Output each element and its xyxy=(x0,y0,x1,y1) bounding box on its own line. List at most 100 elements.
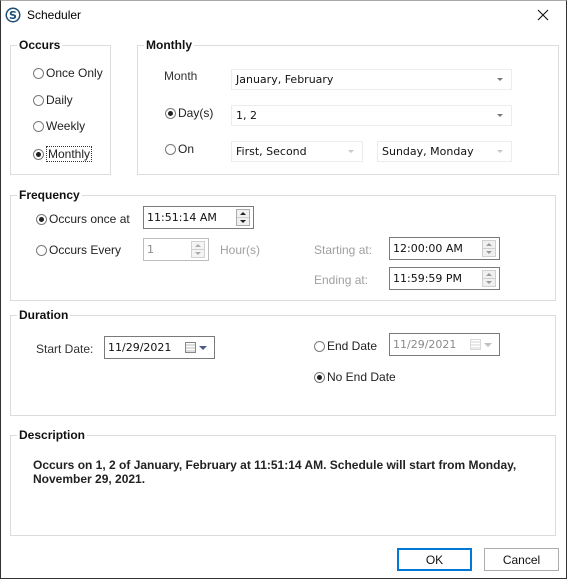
close-button[interactable] xyxy=(520,1,566,31)
ending-at-value: 11:59:59 PM xyxy=(393,272,463,285)
on-ordinal-dropdown-value: First, Second xyxy=(236,145,307,158)
ending-at-time-picker[interactable]: 11:59:59 PM xyxy=(389,267,500,290)
radio-label: Daily xyxy=(46,93,73,107)
start-date-value: 11/29/2021 xyxy=(108,341,172,354)
chevron-down-icon xyxy=(348,150,354,153)
chevron-down-icon[interactable] xyxy=(484,343,492,347)
scheduler-dialog: S Scheduler Occurs Once Only Daily Weekl… xyxy=(0,0,567,579)
radio-monthly[interactable]: Monthly xyxy=(33,146,93,162)
monthly-group: Monthly Month January, February Day(s) 1… xyxy=(137,38,559,175)
ending-spinner[interactable] xyxy=(482,270,496,287)
cancel-button[interactable]: Cancel xyxy=(484,548,559,571)
month-label: Month xyxy=(164,69,198,83)
occurs-every-value: 1 xyxy=(147,243,154,256)
radio-label: On xyxy=(178,142,195,156)
close-icon xyxy=(537,9,549,24)
occurs-every-stepper[interactable]: 1 xyxy=(143,238,209,261)
on-ordinal-dropdown[interactable]: First, Second xyxy=(231,141,363,162)
radio-indicator xyxy=(33,94,44,106)
spin-up-button[interactable] xyxy=(192,242,204,250)
radio-indicator xyxy=(314,371,325,383)
radio-indicator xyxy=(33,148,44,160)
radio-indicator xyxy=(33,120,44,132)
radio-days[interactable]: Day(s) xyxy=(165,106,213,120)
starting-at-label: Starting at: xyxy=(314,243,373,257)
spin-down-button[interactable] xyxy=(483,279,495,286)
on-weekday-dropdown-value: Sunday, Monday xyxy=(382,145,474,158)
calendar-icon[interactable] xyxy=(470,339,481,350)
duration-group-title: Duration xyxy=(17,308,71,322)
days-dropdown-value: 1, 2 xyxy=(236,109,257,122)
description-group: Description Occurs on 1, 2 of January, F… xyxy=(10,428,556,536)
radio-label: Once Only xyxy=(46,66,103,80)
radio-daily[interactable]: Daily xyxy=(33,93,73,107)
chevron-down-icon xyxy=(497,150,503,153)
days-dropdown[interactable]: 1, 2 xyxy=(231,105,512,126)
radio-occurs-every[interactable]: Occurs Every xyxy=(36,243,121,257)
spin-up-button[interactable] xyxy=(483,241,495,249)
radio-label: Day(s) xyxy=(178,106,214,120)
arrow-up-icon xyxy=(195,244,201,247)
spin-down-button[interactable] xyxy=(192,250,204,257)
calendar-icon[interactable] xyxy=(185,342,196,353)
occurs-group-title: Occurs xyxy=(17,38,63,52)
scheduler-s-logo-icon: S xyxy=(5,7,21,23)
radio-label: Occurs once at xyxy=(49,212,130,226)
every-spinner[interactable] xyxy=(191,241,205,258)
radio-once-only[interactable]: Once Only xyxy=(33,66,103,80)
radio-indicator xyxy=(165,107,176,119)
start-date-picker[interactable]: 11/29/2021 xyxy=(104,336,215,359)
radio-indicator xyxy=(36,244,47,256)
month-dropdown-value: January, February xyxy=(236,73,334,86)
schedule-description-text: Occurs on 1, 2 of January, February at 1… xyxy=(33,458,517,486)
on-weekday-dropdown[interactable]: Sunday, Monday xyxy=(377,141,512,162)
spin-up-button[interactable] xyxy=(237,210,249,218)
radio-label: End Date xyxy=(327,339,378,353)
radio-end-date[interactable]: End Date xyxy=(314,339,377,353)
chevron-down-icon xyxy=(497,114,503,117)
end-date-picker[interactable]: 11/29/2021 xyxy=(389,333,500,356)
end-date-value: 11/29/2021 xyxy=(393,338,457,351)
duration-group: Duration Start Date: 11/29/2021 End Date… xyxy=(10,308,556,416)
frequency-group-title: Frequency xyxy=(17,188,82,202)
time-spinner[interactable] xyxy=(236,209,250,226)
arrow-up-icon xyxy=(486,243,492,246)
arrow-up-icon xyxy=(240,212,246,215)
occurs-once-time-picker[interactable]: 11:51:14 AM xyxy=(143,206,254,229)
arrow-down-icon xyxy=(486,251,492,254)
chevron-down-icon xyxy=(497,78,503,81)
radio-on[interactable]: On xyxy=(165,142,194,156)
radio-indicator xyxy=(314,340,325,352)
starting-spinner[interactable] xyxy=(482,240,496,257)
title-bar: S Scheduler xyxy=(1,1,566,31)
radio-label: Weekly xyxy=(46,119,86,133)
frequency-group: Frequency Occurs once at 11:51:14 AM Occ… xyxy=(10,188,556,301)
svg-text:S: S xyxy=(9,9,17,22)
every-unit-label: Hour(s) xyxy=(220,243,261,257)
starting-at-value: 12:00:00 AM xyxy=(393,242,463,255)
ok-button[interactable]: OK xyxy=(397,548,472,571)
chevron-down-icon[interactable] xyxy=(199,346,207,350)
window-title: Scheduler xyxy=(27,8,82,22)
start-date-label: Start Date: xyxy=(36,342,94,356)
arrow-up-icon xyxy=(486,273,492,276)
arrow-down-icon xyxy=(240,220,246,223)
radio-label: Occurs Every xyxy=(49,243,122,257)
radio-indicator xyxy=(36,213,47,225)
radio-indicator xyxy=(33,67,44,79)
occurs-group: Occurs Once Only Daily Weekly Monthly xyxy=(10,38,111,175)
spin-up-button[interactable] xyxy=(483,271,495,279)
starting-at-time-picker[interactable]: 12:00:00 AM xyxy=(389,237,500,260)
month-dropdown[interactable]: January, February xyxy=(231,69,512,90)
radio-label: No End Date xyxy=(327,370,396,384)
monthly-group-title: Monthly xyxy=(144,38,194,52)
spin-down-button[interactable] xyxy=(483,249,495,256)
spin-down-button[interactable] xyxy=(237,218,249,225)
radio-occurs-once-at[interactable]: Occurs once at xyxy=(36,212,130,226)
radio-no-end-date[interactable]: No End Date xyxy=(314,370,396,384)
arrow-down-icon xyxy=(195,252,201,255)
radio-indicator xyxy=(165,143,176,155)
arrow-down-icon xyxy=(486,281,492,284)
description-group-title: Description xyxy=(17,428,88,442)
radio-weekly[interactable]: Weekly xyxy=(33,119,85,133)
